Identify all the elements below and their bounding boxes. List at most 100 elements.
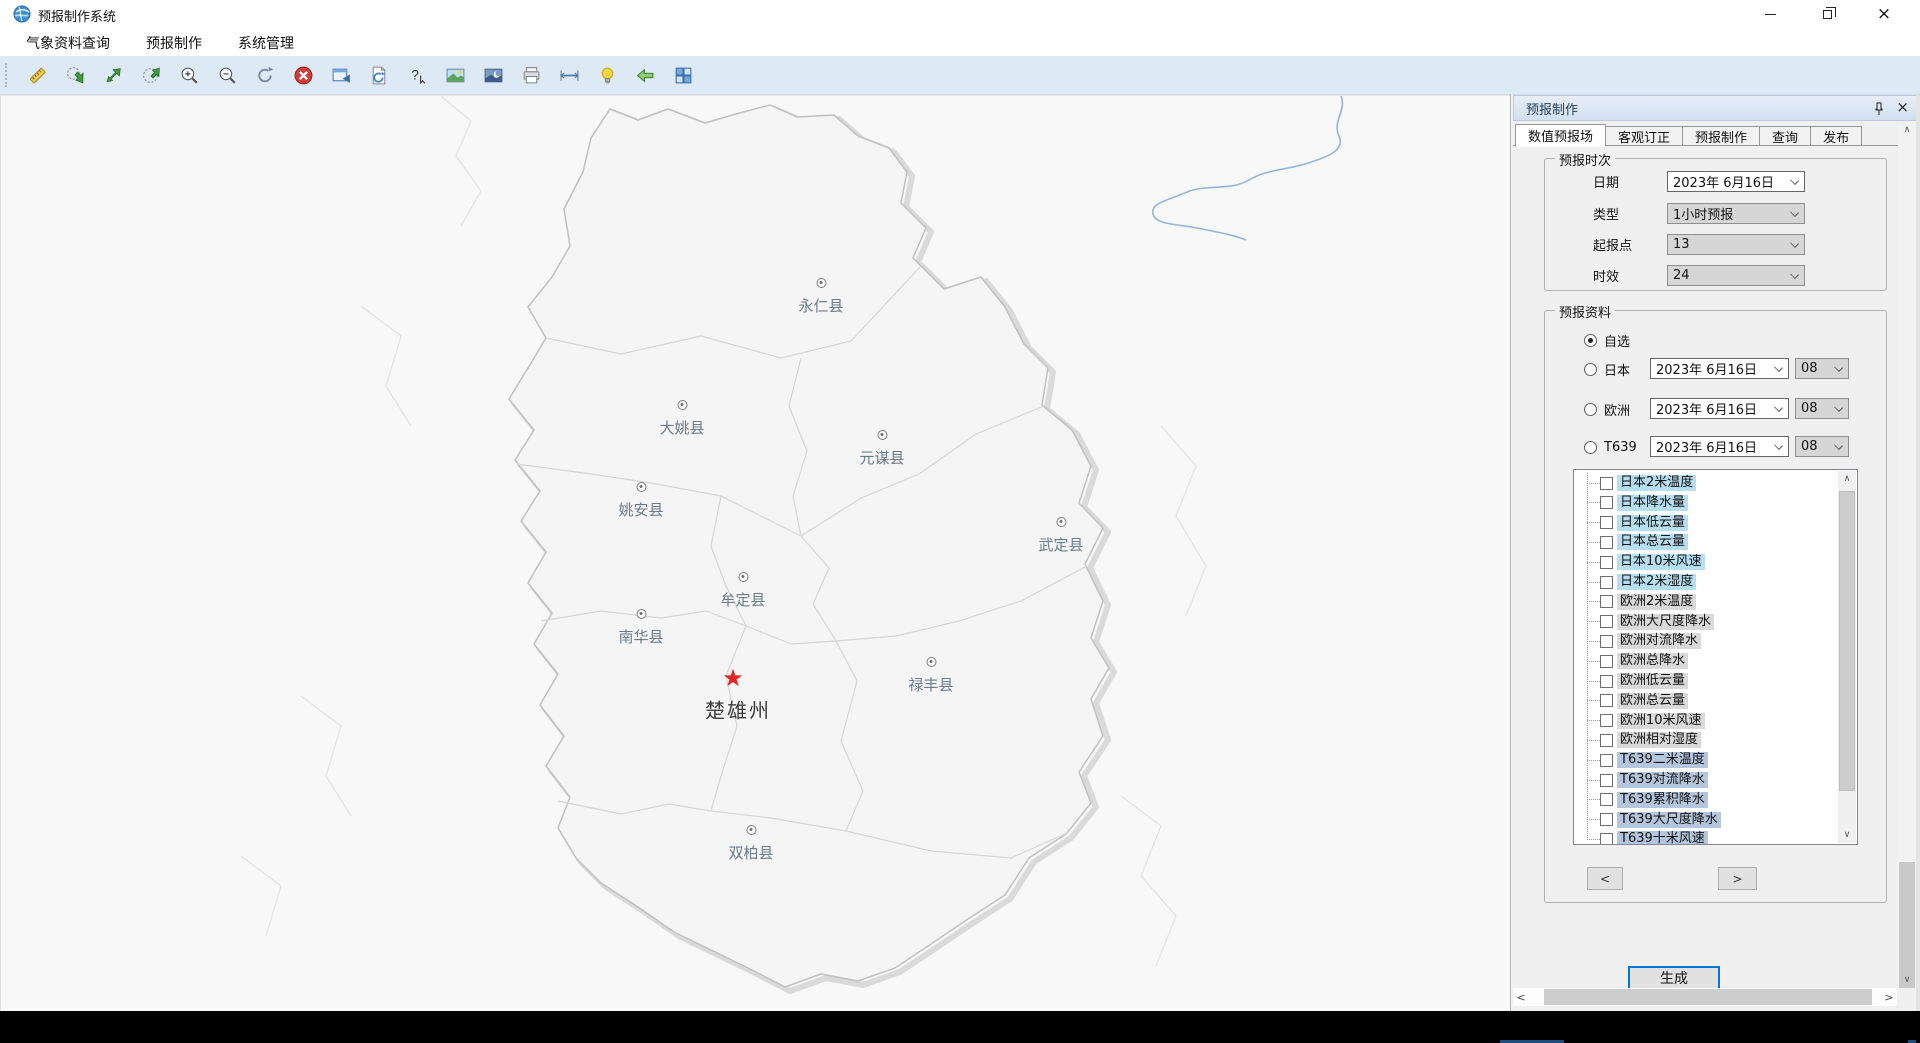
minimize-button[interactable]: [1747, 0, 1793, 29]
tree-item-label[interactable]: 欧洲对流降水: [1617, 633, 1701, 649]
checkbox[interactable]: [1600, 496, 1613, 509]
radio-unselected[interactable]: [1584, 403, 1597, 416]
tree-item-label[interactable]: 欧洲相对湿度: [1617, 732, 1701, 748]
tree-item-label[interactable]: 日本总云量: [1617, 534, 1688, 550]
scroll-left-icon[interactable]: <: [1513, 988, 1529, 1006]
scroll-up-icon[interactable]: ∧: [1838, 471, 1856, 487]
tree-item-label[interactable]: T639二米温度: [1617, 752, 1708, 768]
tree-item-label[interactable]: T639对流降水: [1617, 772, 1708, 788]
back-arrow-button[interactable]: [626, 61, 664, 89]
refresh-view-button[interactable]: [246, 61, 284, 89]
zoom-out-button[interactable]: [208, 61, 246, 89]
maximize-button[interactable]: [1804, 0, 1850, 29]
tree-item-label[interactable]: T639十米风速: [1617, 831, 1708, 845]
radio-unselected[interactable]: [1584, 363, 1597, 376]
panel-horizontal-scrollbar[interactable]: < >: [1513, 988, 1897, 1006]
scroll-up-icon[interactable]: ∧: [1898, 122, 1916, 138]
tree-item-label[interactable]: 欧洲总降水: [1617, 653, 1688, 669]
tab-4[interactable]: 发布: [1811, 126, 1862, 146]
checkbox[interactable]: [1600, 833, 1613, 845]
print-button[interactable]: [512, 61, 550, 89]
tab-0[interactable]: 数值预报场: [1515, 124, 1606, 147]
tree-item-label[interactable]: 欧洲大尺度降水: [1617, 614, 1714, 630]
map-canvas[interactable]: 永仁县大姚县元谋县姚安县武定县牟定县南华县禄丰县双柏县 ★ 楚雄州: [0, 95, 1510, 1011]
radio-label[interactable]: 自选: [1604, 331, 1630, 350]
tree-item-label[interactable]: 日本降水量: [1617, 495, 1688, 511]
checkbox[interactable]: [1600, 675, 1613, 688]
export-window-button[interactable]: [322, 61, 360, 89]
tree-item-label[interactable]: 日本10米风速: [1617, 554, 1705, 570]
dropdown[interactable]: 24: [1667, 265, 1805, 286]
map-layers-button[interactable]: [664, 61, 702, 89]
select-circle-button[interactable]: [132, 61, 170, 89]
checkbox[interactable]: [1600, 714, 1613, 727]
checkbox[interactable]: [1600, 635, 1613, 648]
stop-button[interactable]: [284, 61, 322, 89]
menu-item-1[interactable]: 预报制作: [134, 30, 214, 56]
date-picker[interactable]: 2023年 6月16日: [1650, 358, 1789, 379]
checkbox[interactable]: [1600, 477, 1613, 490]
menu-item-2[interactable]: 系统管理: [226, 30, 306, 56]
panel-vertical-scrollbar[interactable]: ∧ ∨: [1898, 122, 1916, 988]
checkbox[interactable]: [1600, 516, 1613, 529]
panel-hscroll-thumb[interactable]: [1544, 989, 1872, 1005]
checkbox[interactable]: [1600, 595, 1613, 608]
checkbox[interactable]: [1600, 774, 1613, 787]
date-picker[interactable]: 2023年 6月16日: [1650, 398, 1789, 419]
toolbar-grip[interactable]: [5, 63, 8, 87]
checkbox[interactable]: [1600, 615, 1613, 628]
tree-item-label[interactable]: 日本2米湿度: [1617, 574, 1696, 590]
pan-arrow-button[interactable]: [94, 61, 132, 89]
checkbox[interactable]: [1600, 754, 1613, 767]
radio-label[interactable]: 欧洲: [1604, 400, 1630, 419]
tree-item-label[interactable]: T639大尺度降水: [1617, 812, 1721, 828]
tree-item-label[interactable]: 欧洲总云量: [1617, 693, 1688, 709]
dropdown[interactable]: 1小时预报: [1667, 203, 1805, 224]
image-day-button[interactable]: [436, 61, 474, 89]
tree-item-label[interactable]: 欧洲低云量: [1617, 673, 1688, 689]
radio-label[interactable]: T639: [1604, 440, 1637, 455]
checkbox[interactable]: [1600, 655, 1613, 668]
tab-3[interactable]: 查询: [1760, 126, 1811, 146]
reload-doc-button[interactable]: [360, 61, 398, 89]
pin-icon[interactable]: [1871, 101, 1887, 117]
scroll-down-icon[interactable]: ∨: [1898, 972, 1916, 988]
tree-item-label[interactable]: 日本低云量: [1617, 515, 1688, 531]
measure-ruler-button[interactable]: [18, 61, 56, 89]
tree-item-label[interactable]: 欧洲2米温度: [1617, 594, 1696, 610]
checkbox[interactable]: [1600, 813, 1613, 826]
scroll-right-icon[interactable]: >: [1881, 988, 1897, 1006]
date-picker[interactable]: 2023年 6月16日: [1667, 171, 1805, 192]
select-area-button[interactable]: [56, 61, 94, 89]
image-night-button[interactable]: [474, 61, 512, 89]
tree-scroll-thumb[interactable]: [1839, 491, 1855, 791]
tree-item-label[interactable]: T639累积降水: [1617, 792, 1708, 808]
date-picker[interactable]: 2023年 6月16日: [1650, 436, 1789, 457]
hour-dropdown[interactable]: 08: [1795, 436, 1849, 457]
checkbox[interactable]: [1600, 734, 1613, 747]
marker-light-button[interactable]: [588, 61, 626, 89]
checkbox[interactable]: [1600, 576, 1613, 589]
help-cursor-button[interactable]: ?: [398, 61, 436, 89]
generate-button[interactable]: 生成: [1628, 966, 1720, 990]
checkbox[interactable]: [1600, 556, 1613, 569]
tab-1[interactable]: 客观订正: [1606, 126, 1683, 146]
radio-label[interactable]: 日本: [1604, 360, 1630, 379]
radio-selected[interactable]: [1584, 334, 1597, 347]
tree-item-label[interactable]: 日本2米温度: [1617, 475, 1696, 491]
menu-item-0[interactable]: 气象资料查询: [14, 30, 122, 56]
radio-unselected[interactable]: [1584, 441, 1597, 454]
zoom-in-button[interactable]: [170, 61, 208, 89]
close-button[interactable]: ×: [1861, 0, 1907, 29]
tree-item-label[interactable]: 欧洲10米风速: [1617, 713, 1705, 729]
next-button[interactable]: >: [1718, 867, 1757, 890]
checkbox[interactable]: [1600, 536, 1613, 549]
scroll-down-icon[interactable]: ∨: [1838, 827, 1856, 843]
tab-2[interactable]: 预报制作: [1683, 126, 1760, 146]
tree-scrollbar[interactable]: ∧ ∨: [1838, 471, 1856, 843]
panel-close-icon[interactable]: ×: [1896, 100, 1909, 115]
panel-vscroll-thumb[interactable]: [1899, 862, 1915, 988]
hour-dropdown[interactable]: 08: [1795, 398, 1849, 419]
dropdown[interactable]: 13: [1667, 234, 1805, 255]
prev-button[interactable]: <: [1587, 867, 1623, 890]
